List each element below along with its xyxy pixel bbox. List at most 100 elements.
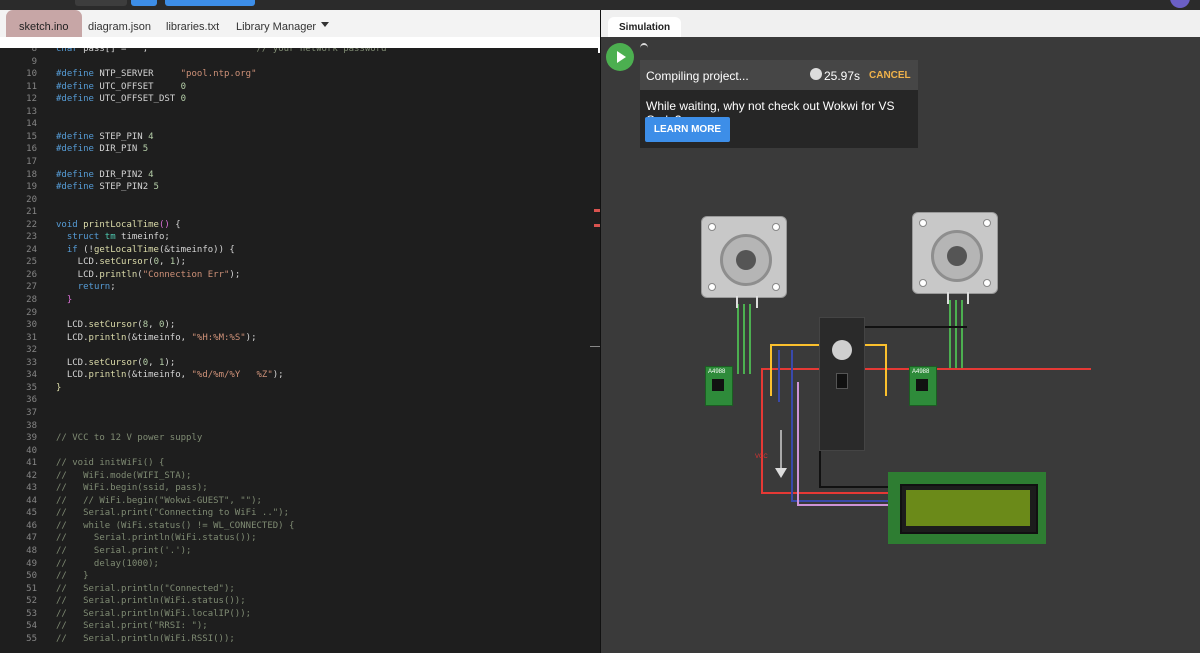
code-line[interactable]: 10 #define NTP_SERVER "pool.ntp.org" [0, 69, 598, 82]
tab-sketch[interactable]: sketch.ino [6, 10, 82, 37]
code-text[interactable]: // // WiFi.begin("Wokwi-GUEST", ""); [56, 496, 262, 506]
stepper-motor[interactable] [912, 212, 998, 304]
code-text[interactable]: // WiFi.begin(ssid, pass); [56, 483, 208, 493]
code-text[interactable]: void printLocalTime() { [56, 220, 181, 230]
code-line[interactable]: 14 [0, 119, 598, 132]
code-line[interactable]: 21 [0, 207, 598, 220]
tab-diagram[interactable]: diagram.json [88, 10, 151, 37]
code-text[interactable]: } [56, 383, 61, 393]
code-line[interactable]: 11 #define UTC_OFFSET 0 [0, 82, 598, 95]
code-text[interactable]: #define DIR_PIN 5 [56, 144, 148, 154]
code-line[interactable]: 42 // WiFi.mode(WIFI_STA); [0, 471, 598, 484]
code-line[interactable]: 13 [0, 107, 598, 120]
code-text[interactable]: LCD.setCursor(8, 0); [56, 320, 175, 330]
play-button[interactable] [606, 43, 634, 71]
cancel-button[interactable]: CANCEL [869, 70, 911, 81]
toolbar-button[interactable] [131, 0, 157, 6]
code-line[interactable]: 26 LCD.println("Connection Err"); [0, 270, 598, 283]
code-line[interactable]: 30 LCD.setCursor(8, 0); [0, 320, 598, 333]
code-line[interactable]: 43 // WiFi.begin(ssid, pass); [0, 483, 598, 496]
code-line[interactable]: 52 // Serial.println(WiFi.status()); [0, 596, 598, 609]
code-line[interactable]: 23 struct tm timeinfo; [0, 232, 598, 245]
code-line[interactable]: 54 // Serial.print("RRSI: "); [0, 621, 598, 634]
toolbar-button[interactable] [165, 0, 255, 6]
code-text[interactable]: #define STEP_PIN2 5 [56, 182, 159, 192]
code-line[interactable]: 17 [0, 157, 598, 170]
code-line[interactable]: 53 // Serial.println(WiFi.localIP()); [0, 609, 598, 622]
code-text[interactable]: // Serial.println(WiFi.localIP()); [56, 609, 251, 619]
code-text[interactable]: #define UTC_OFFSET 0 [56, 82, 186, 92]
code-text[interactable]: // Serial.println(WiFi.status()); [56, 596, 246, 606]
tab-libraries[interactable]: libraries.txt [166, 10, 219, 37]
a4988-driver[interactable]: A4988 [909, 366, 937, 406]
code-line[interactable]: 35} [0, 383, 598, 396]
code-line[interactable]: 48 // Serial.print('.'); [0, 546, 598, 559]
lcd-display[interactable] [888, 472, 1046, 544]
code-line[interactable]: 50 // } [0, 571, 598, 584]
code-text[interactable]: LCD.println("Connection Err"); [56, 270, 241, 280]
code-line[interactable]: 51 // Serial.println("Connected"); [0, 584, 598, 597]
code-text[interactable]: char pass[] = ""; // your network passwo… [56, 48, 387, 54]
code-line[interactable]: 33 LCD.setCursor(0, 1); [0, 358, 598, 371]
code-line[interactable]: 16 #define DIR_PIN 5 [0, 144, 598, 157]
code-line[interactable]: 38 [0, 421, 598, 434]
esp32-board[interactable] [819, 317, 865, 451]
code-text[interactable]: // WiFi.mode(WIFI_STA); [56, 471, 191, 481]
code-line[interactable]: 47 // Serial.println(WiFi.status()); [0, 533, 598, 546]
code-line[interactable]: 36 [0, 395, 598, 408]
code-line[interactable]: 31 LCD.println(&timeinfo, "%H:%M:%S"); [0, 333, 598, 346]
code-text[interactable]: // VCC to 12 V power supply [56, 433, 202, 443]
code-text[interactable]: if (!getLocalTime(&timeinfo)) { [56, 245, 235, 255]
a4988-driver[interactable]: A4988 [705, 366, 733, 406]
code-line[interactable]: 19 #define STEP_PIN2 5 [0, 182, 598, 195]
code-text[interactable]: #define STEP_PIN 4 [56, 132, 154, 142]
code-area[interactable]: 8 char pass[] = ""; // your network passw… [0, 48, 598, 653]
stepper-motor[interactable] [701, 216, 787, 308]
code-line[interactable]: 55 // Serial.println(WiFi.RSSI()); [0, 634, 598, 647]
code-text[interactable]: // while (WiFi.status() != WL_CONNECTED)… [56, 521, 294, 531]
code-text[interactable]: // Serial.println("Connected"); [56, 584, 235, 594]
tab-library-manager[interactable]: Library Manager [236, 10, 316, 37]
code-text[interactable]: return; [56, 282, 116, 292]
toolbar-button[interactable] [75, 0, 127, 6]
code-line[interactable]: 24 if (!getLocalTime(&timeinfo)) { [0, 245, 598, 258]
code-line[interactable]: 27 return; [0, 282, 598, 295]
code-text[interactable]: LCD.setCursor(0, 1); [56, 257, 186, 267]
code-text[interactable]: // delay(1000); [56, 559, 159, 569]
code-text[interactable]: // void initWiFi() { [56, 458, 164, 468]
code-line[interactable]: 28 } [0, 295, 598, 308]
code-line[interactable]: 45 // Serial.print("Connecting to WiFi ..… [0, 508, 598, 521]
code-line[interactable]: 34 LCD.println(&timeinfo, "%d/%m/%Y %Z")… [0, 370, 598, 383]
learn-more-button[interactable]: LEARN MORE [645, 117, 730, 142]
code-line[interactable]: 8 char pass[] = ""; // your network passw… [0, 48, 598, 57]
code-line[interactable]: 40 [0, 446, 598, 459]
code-line[interactable]: 37 [0, 408, 598, 421]
code-text[interactable]: // Serial.print("RRSI: "); [56, 621, 208, 631]
code-line[interactable]: 44 // // WiFi.begin("Wokwi-GUEST", ""); [0, 496, 598, 509]
code-text[interactable]: } [56, 295, 72, 305]
tab-simulation[interactable]: Simulation [608, 17, 682, 37]
code-text[interactable]: // } [56, 571, 89, 581]
code-line[interactable]: 9 [0, 57, 598, 70]
code-text[interactable]: LCD.println(&timeinfo, "%d/%m/%Y %Z"); [56, 370, 284, 380]
code-line[interactable]: 39 // VCC to 12 V power supply [0, 433, 598, 446]
chevron-down-icon[interactable] [321, 22, 329, 27]
code-text[interactable]: LCD.setCursor(0, 1); [56, 358, 175, 368]
code-text[interactable]: #define UTC_OFFSET_DST 0 [56, 94, 186, 104]
code-text[interactable]: // Serial.println(WiFi.RSSI()); [56, 634, 235, 644]
code-line[interactable]: 29 [0, 308, 598, 321]
code-line[interactable]: 41 // void initWiFi() { [0, 458, 598, 471]
code-text[interactable]: #define NTP_SERVER "pool.ntp.org" [56, 69, 257, 79]
code-line[interactable]: 18 #define DIR_PIN2 4 [0, 170, 598, 183]
code-text[interactable]: // Serial.println(WiFi.status()); [56, 533, 256, 543]
code-line[interactable]: 15 #define STEP_PIN 4 [0, 132, 598, 145]
code-text[interactable]: // Serial.print("Connecting to WiFi ..")… [56, 508, 289, 518]
code-line[interactable]: 25 LCD.setCursor(0, 1); [0, 257, 598, 270]
code-line[interactable]: 46 // while (WiFi.status() != WL_CONNECTE… [0, 521, 598, 534]
code-line[interactable]: 49 // delay(1000); [0, 559, 598, 572]
code-line[interactable]: 22 void printLocalTime() { [0, 220, 598, 233]
code-text[interactable]: LCD.println(&timeinfo, "%H:%M:%S"); [56, 333, 257, 343]
code-line[interactable]: 20 [0, 195, 598, 208]
code-text[interactable]: #define DIR_PIN2 4 [56, 170, 154, 180]
code-text[interactable]: // Serial.print('.'); [56, 546, 191, 556]
